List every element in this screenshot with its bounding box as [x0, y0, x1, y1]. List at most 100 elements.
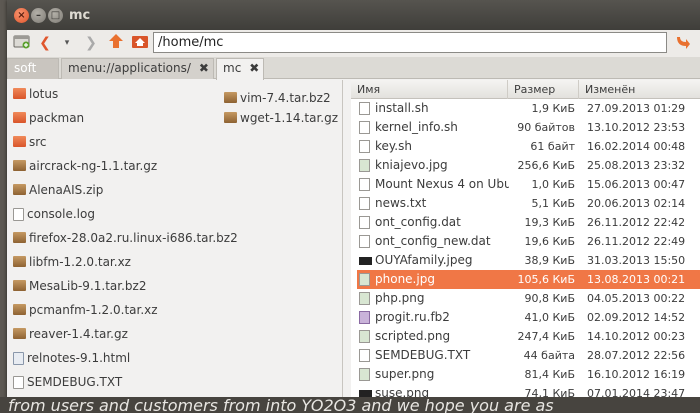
- tab-label: menu://applications/: [68, 61, 191, 75]
- minimize-window-button[interactable]: –: [31, 8, 46, 23]
- item-label: AlenaAIS.zip: [29, 183, 104, 197]
- archive-icon: [224, 112, 237, 123]
- file-icon: [359, 235, 370, 248]
- list-item[interactable]: lotus: [13, 84, 58, 104]
- left-icon-pane: lotus packman src aircrack-ng-1.1.tar.gz…: [7, 80, 343, 400]
- text-file-icon: [13, 208, 24, 221]
- close-window-button[interactable]: ×: [14, 8, 29, 23]
- image-icon: [359, 159, 370, 172]
- cell-name: scripted.png: [375, 329, 451, 343]
- cell-size: 90 байтов: [517, 121, 575, 134]
- list-item[interactable]: relnotes-9.1.html: [13, 348, 130, 368]
- item-label: relnotes-9.1.html: [27, 351, 131, 365]
- item-label: aircrack-ng-1.1.tar.gz: [29, 159, 158, 173]
- image-icon: [359, 273, 370, 286]
- item-label: console.log: [27, 207, 95, 221]
- column-header-size[interactable]: Размер: [508, 80, 579, 99]
- table-row[interactable]: phone.jpg 105,6 КиБ 13.08.2013 00:21: [357, 270, 700, 289]
- html-file-icon: [13, 352, 24, 365]
- close-tab-icon[interactable]: ✖: [249, 61, 259, 75]
- table-row[interactable]: ont_config_new.dat 19,6 КиБ 26.11.2012 22:…: [357, 232, 700, 251]
- path-input[interactable]: [153, 32, 667, 53]
- table-row[interactable]: super.png 81,4 КиБ 16.10.2012 16:19: [357, 365, 700, 384]
- list-item[interactable]: SEMDEBUG.TXT: [13, 372, 122, 392]
- table-row[interactable]: install.sh 1,9 КиБ 27.09.2013 01:29: [357, 99, 700, 118]
- folder-icon: [13, 136, 26, 147]
- new-tab-icon: [13, 35, 30, 49]
- list-item[interactable]: AlenaAIS.zip: [13, 180, 103, 200]
- list-item[interactable]: MesaLib-9.1.tar.bz2: [13, 276, 146, 296]
- archive-icon: [13, 232, 26, 243]
- cell-name: key.sh: [375, 139, 412, 153]
- table-row[interactable]: ont_config.dat 19,3 КиБ 26.11.2012 22:42: [357, 213, 700, 232]
- file-icon: [359, 178, 370, 191]
- tab-soft[interactable]: soft: [7, 58, 59, 79]
- table-row[interactable]: kernel_info.sh 90 байтов 13.10.2012 23:53: [357, 118, 700, 137]
- image-icon: [359, 257, 372, 265]
- column-header-name[interactable]: Имя: [351, 80, 508, 99]
- table-row[interactable]: scripted.png 247,4 КиБ 14.10.2012 00:23: [357, 327, 700, 346]
- window-title: mc: [69, 8, 91, 23]
- table-row[interactable]: progit.ru.fb2 41,0 КиБ 02.09.2012 14:52: [357, 308, 700, 327]
- table-row[interactable]: Mount Nexus 4 on Ubu... 1,0 КиБ 15.06.2013…: [357, 175, 700, 194]
- item-label: packman: [29, 111, 85, 125]
- list-item[interactable]: packman: [13, 108, 84, 128]
- column-header-modified[interactable]: Изменён: [579, 80, 700, 99]
- item-label: src: [29, 135, 47, 149]
- cell-size: 105,6 КиБ: [517, 273, 576, 286]
- table-row[interactable]: key.sh 61 байт 16.02.2014 00:48: [357, 137, 700, 156]
- table-row[interactable]: php.png 90,8 КиБ 04.05.2013 00:22: [357, 289, 700, 308]
- parent-folder-button[interactable]: [107, 33, 125, 54]
- archive-icon: [13, 304, 26, 315]
- cell-modified: 13.08.2013 00:21: [587, 273, 686, 286]
- file-icon: [359, 216, 370, 229]
- chevron-down-icon: ▾: [64, 38, 70, 48]
- cell-modified: 26.11.2012 22:49: [587, 235, 686, 248]
- close-tab-icon[interactable]: ✖: [199, 61, 209, 75]
- table-row[interactable]: kniajevo.jpg 256,6 КиБ 25.08.2013 23:32: [357, 156, 700, 175]
- table-row[interactable]: OUYAfamily.jpeg 38,9 КиБ 31.03.2013 15:50: [357, 251, 700, 270]
- list-item[interactable]: wget-1.14.tar.gz: [224, 108, 338, 128]
- tab-mc[interactable]: mc ✖: [216, 58, 264, 80]
- cell-name: phone.jpg: [375, 272, 435, 286]
- list-item[interactable]: firefox-28.0a2.ru.linux-i686.tar.bz2: [13, 228, 238, 248]
- cell-name: ont_config.dat: [375, 215, 461, 229]
- list-item[interactable]: pcmanfm-1.2.0.tar.xz: [13, 300, 158, 320]
- list-item[interactable]: libfm-1.2.0.tar.xz: [13, 252, 131, 272]
- item-label: libfm-1.2.0.tar.xz: [29, 255, 131, 269]
- title-bar: × – □ mc: [7, 0, 700, 30]
- go-button[interactable]: [673, 33, 693, 54]
- home-button[interactable]: [131, 33, 149, 54]
- list-item[interactable]: reaver-1.4.tar.gz: [13, 324, 128, 344]
- item-label: reaver-1.4.tar.gz: [29, 327, 128, 341]
- cell-name: Mount Nexus 4 on Ubu...: [375, 177, 509, 191]
- cell-modified: 13.10.2012 23:53: [587, 121, 686, 134]
- item-label: wget-1.14.tar.gz: [240, 111, 339, 125]
- forward-button[interactable]: ❯: [83, 33, 99, 54]
- new-tab-button[interactable]: [11, 33, 33, 54]
- list-item[interactable]: aircrack-ng-1.1.tar.gz: [13, 156, 157, 176]
- list-item[interactable]: vim-7.4.tar.bz2: [224, 88, 331, 108]
- list-item[interactable]: console.log: [13, 204, 95, 224]
- table-row[interactable]: news.txt 5,1 КиБ 20.06.2013 02:14: [357, 194, 700, 213]
- history-dropdown-button[interactable]: ▾: [61, 33, 73, 54]
- item-label: vim-7.4.tar.bz2: [240, 91, 331, 105]
- maximize-window-button[interactable]: □: [48, 8, 63, 23]
- background-window-text: from users and customers from into YO2O3…: [0, 397, 700, 413]
- cell-size: 19,6 КиБ: [524, 235, 576, 248]
- back-button[interactable]: ❮: [37, 33, 53, 54]
- table-header: Имя Размер Изменён: [351, 80, 700, 99]
- file-icon: [359, 197, 370, 210]
- file-icon: [359, 102, 370, 115]
- cell-size: 90,8 КиБ: [524, 292, 576, 305]
- cell-name: SEMDEBUG.TXT: [375, 348, 471, 362]
- table-row[interactable]: SEMDEBUG.TXT 44 байта 28.07.2012 22:56: [357, 346, 700, 365]
- archive-icon: [13, 328, 26, 339]
- list-item[interactable]: src: [13, 132, 47, 152]
- tab-applications[interactable]: menu://applications/ ✖: [61, 58, 214, 79]
- cell-name: php.png: [375, 291, 425, 305]
- cell-modified: 02.09.2012 14:52: [587, 311, 686, 324]
- cell-size: 1,0 КиБ: [531, 178, 576, 191]
- cell-size: 256,6 КиБ: [517, 159, 576, 172]
- back-arrow-icon: ❮: [39, 35, 51, 51]
